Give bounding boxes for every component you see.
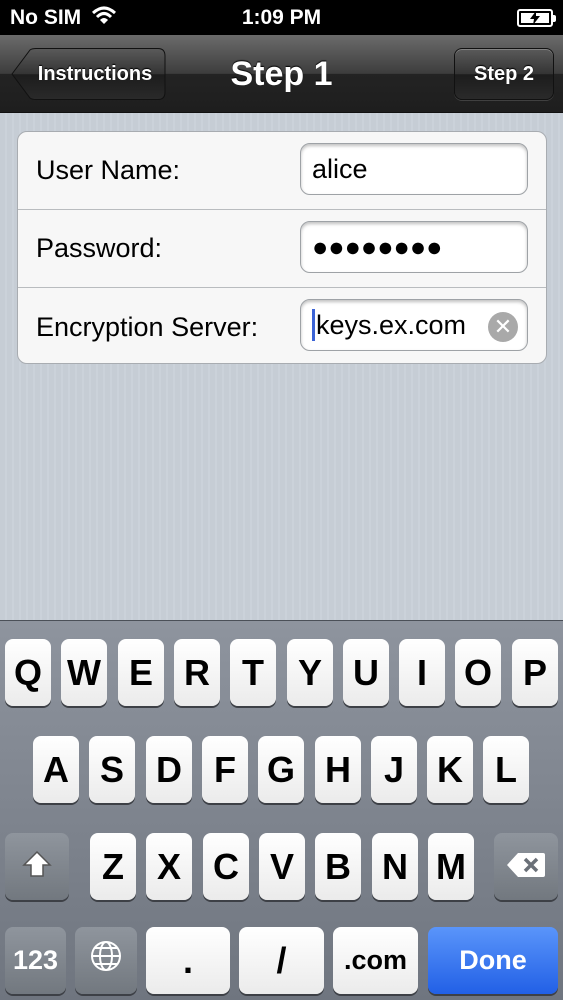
slash-key[interactable]: / [239, 927, 324, 994]
numbers-key[interactable]: 123 [5, 927, 66, 994]
password-row: Password: ●●●●●●●● [18, 210, 546, 288]
back-button[interactable]: Instructions [10, 48, 166, 100]
dot-key[interactable]: . [146, 927, 230, 994]
next-step-button[interactable]: Step 2 [454, 48, 554, 100]
username-row: User Name: alice [18, 132, 546, 210]
key-c[interactable]: C [203, 833, 249, 900]
key-n[interactable]: N [372, 833, 418, 900]
key-h[interactable]: H [315, 736, 361, 803]
username-label: User Name: [36, 155, 181, 185]
globe-icon [89, 939, 123, 982]
server-input[interactable]: keys.ex.com ✕ [300, 299, 528, 351]
delete-key[interactable] [494, 833, 558, 900]
key-z[interactable]: Z [90, 833, 136, 900]
key-j[interactable]: J [371, 736, 417, 803]
key-t[interactable]: T [230, 639, 276, 706]
key-s[interactable]: S [89, 736, 135, 803]
key-u[interactable]: U [343, 639, 389, 706]
key-r[interactable]: R [174, 639, 220, 706]
key-g[interactable]: G [258, 736, 304, 803]
key-a[interactable]: A [33, 736, 79, 803]
back-button-label: Instructions [37, 62, 153, 85]
battery-charging-icon [517, 8, 556, 27]
form-area: User Name: alice Password: ●●●●●●●● Encr… [0, 113, 563, 620]
key-l[interactable]: L [483, 736, 529, 803]
password-label: Password: [36, 233, 163, 263]
key-d[interactable]: D [146, 736, 192, 803]
key-x[interactable]: X [146, 833, 192, 900]
key-e[interactable]: E [118, 639, 164, 706]
server-value: keys.ex.com [316, 309, 467, 340]
navigation-bar: Step 1 Instructions Step 2 [0, 35, 563, 113]
server-row: Encryption Server: keys.ex.com ✕ [18, 288, 546, 363]
shift-icon [21, 846, 53, 888]
shift-key[interactable] [5, 833, 69, 900]
username-input[interactable]: alice [300, 143, 528, 195]
dotcom-key[interactable]: .com [333, 927, 418, 994]
clear-icon[interactable]: ✕ [488, 312, 518, 342]
backspace-icon [506, 846, 546, 888]
password-input[interactable]: ●●●●●●●● [300, 221, 528, 273]
carrier-label: No SIM [10, 5, 82, 29]
keyboard: 123 . / .com Done QWERTYUIOP ASDFGHJKL ZXC… [0, 620, 563, 1000]
wifi-icon [91, 5, 117, 31]
text-cursor [312, 309, 315, 341]
key-i[interactable]: I [399, 639, 445, 706]
done-button[interactable]: Done [428, 927, 558, 994]
globe-key[interactable] [75, 927, 137, 994]
key-o[interactable]: O [455, 639, 501, 706]
key-p[interactable]: P [512, 639, 558, 706]
key-w[interactable]: W [61, 639, 107, 706]
key-v[interactable]: V [259, 833, 305, 900]
credentials-form: User Name: alice Password: ●●●●●●●● Encr… [17, 131, 547, 364]
status-bar: No SIM 1:09 PM [0, 0, 563, 35]
key-b[interactable]: B [315, 833, 361, 900]
key-m[interactable]: M [428, 833, 474, 900]
server-label: Encryption Server: [36, 311, 259, 342]
key-f[interactable]: F [202, 736, 248, 803]
key-y[interactable]: Y [287, 639, 333, 706]
key-k[interactable]: K [427, 736, 473, 803]
status-left: No SIM [10, 5, 117, 31]
key-q[interactable]: Q [5, 639, 51, 706]
